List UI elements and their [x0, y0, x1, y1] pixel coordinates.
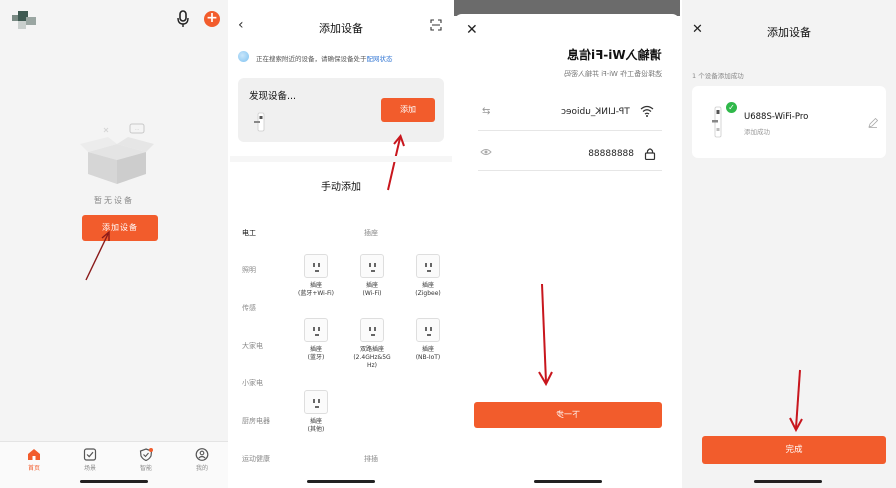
category-item[interactable]: 小家电	[242, 378, 263, 388]
device-status: 添加成功	[744, 128, 770, 136]
search-hint-text: 正在搜索附近的设备，请确保设备处于	[256, 55, 367, 63]
socket-icon	[416, 254, 440, 278]
tutorial-strip: + ··· 暂无设备 添加设备 首页 场景 智能 我的 ‹ 添加设备 正在搜索附…	[0, 0, 896, 488]
red-arrow-annotation	[538, 283, 553, 387]
socket-icon	[416, 318, 440, 342]
red-arrow-annotation	[85, 230, 110, 281]
manual-add-title: 手动添加	[321, 182, 361, 193]
red-arrow-annotation	[789, 369, 803, 433]
tab-label: 场景	[83, 465, 96, 472]
wifi-subtitle-text: 选择设备工作 Wi-Fi 并输入密码	[563, 70, 662, 78]
device-label: 插座 (Zigbee)	[415, 282, 441, 297]
device-label: 双路插座 (2.4GHz&5G Hz)	[353, 346, 391, 369]
tab-home[interactable]: 首页	[14, 448, 54, 472]
category-item[interactable]: 厨房电器	[242, 416, 270, 426]
close-icon[interactable]: ✕	[466, 22, 478, 38]
microphone-icon[interactable]	[176, 10, 190, 28]
checkbox-icon	[83, 448, 97, 461]
empty-state-text: 暂无设备	[94, 196, 134, 205]
device-dual-socket[interactable]: 双路插座 (2.4GHz&5G Hz)	[344, 318, 400, 370]
profile-icon	[195, 448, 209, 461]
wifi-password-field[interactable]: 88888888	[588, 149, 634, 159]
edit-pencil-icon[interactable]	[868, 118, 878, 128]
socket-icon	[360, 254, 384, 278]
section-divider	[230, 156, 452, 162]
tab-smart[interactable]: 智能	[126, 448, 166, 472]
device-name: U688S-WiFi-Pro	[744, 112, 809, 122]
empty-box-icon: ···	[80, 123, 154, 184]
eye-icon[interactable]	[480, 148, 492, 156]
found-device-card: 发现设备... 添加	[238, 78, 444, 142]
category-item[interactable]: 运动健康	[242, 454, 270, 464]
switch-network-icon[interactable]: ⇆	[482, 106, 490, 117]
password-underline	[478, 170, 662, 171]
subcategory-header: 插座	[364, 229, 378, 237]
add-icon[interactable]: +	[204, 11, 220, 27]
category-item[interactable]: 大家电	[242, 341, 263, 351]
next-step-button[interactable]: 下一步	[474, 402, 662, 428]
home-icon	[28, 449, 40, 460]
add-device-screen: ‹ 添加设备 正在搜索附近的设备，请确保设备处于配网状态 发现设备... 添加 …	[230, 0, 452, 488]
app-logo	[12, 11, 38, 31]
device-socket-zigbee[interactable]: 插座 (Zigbee)	[400, 254, 452, 298]
page-title: 添加设备	[767, 26, 811, 39]
tab-scene[interactable]: 场景	[70, 448, 110, 472]
wifi-icon	[640, 105, 654, 117]
socket-icon	[304, 318, 328, 342]
category-item[interactable]: 电工	[242, 228, 256, 238]
device-label: 插座 (NB-IoT)	[415, 346, 441, 361]
device-socket-ble-wifi[interactable]: 插座 (蓝牙+Wi-Fi)	[288, 254, 344, 298]
wifi-ssid-text: TP-LINK_ubioec	[561, 107, 630, 117]
door-lock-thumbnail	[712, 106, 722, 138]
home-indicator	[754, 480, 822, 483]
wifi-subtitle: 选择设备工作 Wi-Fi 并输入密码	[564, 69, 662, 79]
tab-label: 首页	[27, 465, 40, 472]
home-indicator	[534, 480, 602, 483]
socket-icon	[304, 254, 328, 278]
device-socket-ble[interactable]: 插座 (蓝牙)	[288, 318, 344, 362]
svg-text:···: ···	[135, 127, 140, 133]
tab-label: 我的	[195, 465, 208, 472]
add-found-device-button[interactable]: 添加	[381, 98, 435, 122]
wifi-sheet: ✕ 请输入Wi-Fi信息 选择设备工作 Wi-Fi 并输入密码 ⇆ TP-LIN…	[454, 14, 680, 488]
device-socket-wifi[interactable]: 插座 (Wi-Fi)	[344, 254, 400, 298]
shield-icon	[139, 448, 153, 461]
door-lock-thumbnail	[254, 112, 265, 132]
lock-icon	[644, 148, 656, 160]
wifi-ssid-field[interactable]: TP-LINK_ubioec	[561, 107, 630, 117]
done-button[interactable]: 完成	[702, 436, 886, 464]
subcategory-header: 排插	[364, 455, 378, 463]
wifi-info-screen: ✕ 请输入Wi-Fi信息 选择设备工作 Wi-Fi 并输入密码 ⇆ TP-LIN…	[454, 0, 680, 488]
home-indicator	[80, 480, 148, 483]
success-check-icon: ✓	[726, 102, 737, 113]
home-screen: + ··· 暂无设备 添加设备 首页 场景 智能 我的	[0, 0, 228, 488]
device-label: 插座 (蓝牙+Wi-Fi)	[297, 282, 335, 297]
searching-icon	[238, 51, 249, 62]
add-success-screen: ✕ 添加设备 1 个设备添加成功 ✓ U688S-WiFi-Pro 添加成功 完…	[682, 0, 896, 488]
tab-label: 智能	[139, 465, 152, 472]
device-label: 插座 (其他)	[307, 418, 325, 433]
category-item[interactable]: 传感	[242, 303, 256, 313]
search-hint: 正在搜索附近的设备，请确保设备处于配网状态	[256, 53, 393, 63]
network-state-link[interactable]: 配网状态	[367, 55, 393, 63]
next-step-label: 下一步	[556, 410, 580, 419]
device-label: 插座 (蓝牙)	[307, 346, 325, 361]
socket-icon	[360, 318, 384, 342]
wifi-title: 请输入Wi-Fi信息	[567, 46, 662, 63]
socket-icon	[304, 390, 328, 414]
found-device-title: 发现设备...	[249, 91, 297, 102]
scan-icon[interactable]	[430, 19, 442, 31]
tab-profile[interactable]: 我的	[182, 448, 222, 472]
page-title: 添加设备	[319, 22, 363, 35]
device-socket-other[interactable]: 插座 (其他)	[288, 390, 344, 434]
device-card[interactable]: ✓ U688S-WiFi-Pro 添加成功	[692, 86, 886, 158]
success-count: 1 个设备添加成功	[692, 72, 744, 80]
category-item[interactable]: 照明	[242, 265, 256, 275]
home-indicator	[307, 480, 375, 483]
wifi-password-text: 88888888	[588, 149, 634, 159]
ssid-underline	[478, 130, 662, 131]
device-label: 插座 (Wi-Fi)	[362, 282, 382, 297]
wifi-title-text: 请输入Wi-Fi信息	[567, 48, 662, 62]
device-socket-nbiot[interactable]: 插座 (NB-IoT)	[400, 318, 452, 362]
